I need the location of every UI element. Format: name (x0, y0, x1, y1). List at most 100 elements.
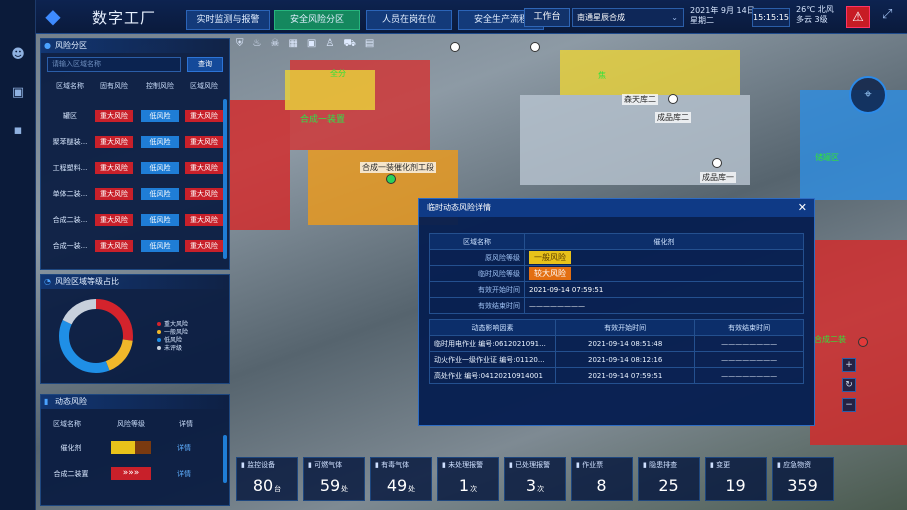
stat-label-text: 未处理报警 (448, 461, 484, 469)
stat-number: 3 (525, 476, 537, 495)
weather: 26℃ 北风 多云 3级 (796, 5, 834, 25)
stat-card[interactable]: ▮ 监控设备 80台 (236, 457, 298, 501)
tab-risk-zone[interactable]: 安全风险分区 (274, 10, 360, 30)
factor-start: 2021-09-14 08:51:48 (554, 335, 696, 352)
stat-card[interactable]: ▮ 应急物资 359 (772, 457, 834, 501)
shield-icon[interactable]: ⛨ (236, 38, 244, 49)
zone-name: 工程塑料... (52, 164, 88, 172)
modal-title: 临时动态风险详情 (427, 203, 491, 212)
detail-link[interactable]: 详情 (177, 443, 191, 453)
map-label: 森天库二 (622, 94, 658, 105)
row-label: 临时风险等级 (429, 265, 525, 282)
map-marker[interactable] (530, 42, 540, 52)
tab-realtime-monitor[interactable]: 实时监测与报警 (186, 10, 270, 30)
stat-card[interactable]: ▮ 隐患排查 25 (638, 457, 700, 501)
fire-icon[interactable]: ♨ (253, 38, 262, 49)
box-icon[interactable]: ▤ (365, 38, 374, 49)
table-row: 临时用电作业 编号:0612021091... 2021-09-14 08:51:… (429, 335, 804, 352)
app-title: 数字工厂 (92, 9, 157, 27)
stat-label: ▮ 未处理报警 (442, 461, 484, 469)
date-text: 2021年 9月 14日 (690, 6, 755, 15)
stat-card[interactable]: ▮ 作业票 8 (571, 457, 633, 501)
list-item: 催化剂 详情 (41, 437, 227, 459)
risk-level-bar: »»» (111, 467, 151, 480)
legend-label: 一般风险 (164, 329, 189, 336)
map-marker[interactable] (858, 337, 868, 347)
stat-label: ▮ 变更 (710, 461, 731, 469)
stat-card[interactable]: ▮ 已处理报警 3次 (504, 457, 566, 501)
panel-title: 动态风险 (55, 397, 87, 406)
search-input[interactable]: 请输入区域名称 (47, 57, 181, 72)
stat-value: 8 (572, 476, 632, 495)
workbench-button[interactable]: 工作台 (524, 8, 570, 27)
table-row[interactable]: 工程塑料... 重大风险 低风险 重大风险 (41, 159, 227, 181)
control-risk-badge: 低风险 (141, 110, 179, 122)
table-row[interactable]: 合成一装... 重大风险 低风险 重大风险 (41, 237, 227, 259)
donut-chart (59, 299, 133, 373)
map-marker[interactable] (450, 42, 460, 52)
factor-start: 2021-09-14 08:12:16 (554, 351, 696, 368)
panel-header: ● 风险分区 (41, 39, 229, 53)
stat-card[interactable]: ▮ 未处理报警 1次 (437, 457, 499, 501)
row-label: 有效开始时间 (429, 281, 525, 298)
map-layer-toolbar: ⛨ ♨ ☠ ▦ ▣ ♙ ⛟ ▤ (236, 38, 383, 51)
panel-header: ▮ 动态风险 (41, 395, 229, 409)
inherent-risk-badge: 重大风险 (95, 188, 133, 200)
stat-label: ▮ 已处理报警 (509, 461, 551, 469)
map-marker[interactable] (386, 174, 396, 184)
tab-staff-on-duty[interactable]: 人员在岗在位 (366, 10, 452, 30)
zoom-out-button[interactable]: − (842, 398, 856, 412)
stat-value: 1次 (438, 476, 498, 495)
search-button[interactable]: 查询 (187, 57, 223, 72)
person-icon[interactable]: ♙ (325, 38, 334, 49)
factor-end: ———————— (694, 351, 804, 368)
weekday-text: 星期二 (690, 16, 714, 25)
globe-icon: ● (44, 41, 51, 50)
zone-risk-badge: 重大风险 (185, 162, 223, 174)
car-icon[interactable]: ⛟ (343, 38, 356, 49)
user-icon[interactable]: ☻ (0, 42, 36, 68)
stat-card[interactable]: ▮ 变更 19 (705, 457, 767, 501)
map-marker[interactable] (712, 158, 722, 168)
table-row[interactable]: 罐区 重大风险 低风险 重大风险 (41, 107, 227, 129)
stat-label: ▮ 隐患排查 (643, 461, 678, 469)
risk-level-bar (111, 441, 151, 454)
stat-number: 25 (658, 476, 679, 495)
site-select[interactable]: 南通星辰合成 ⌄ (572, 8, 684, 27)
save-icon[interactable]: ▪ (0, 118, 36, 144)
stat-value: 25 (639, 476, 699, 495)
map-marker[interactable] (668, 94, 678, 104)
stat-card[interactable]: ▮ 可燃气体 59处 (303, 457, 365, 501)
stat-label-text: 变更 (716, 461, 731, 469)
table-row[interactable]: 聚苯醚装... 重大风险 低风险 重大风险 (41, 133, 227, 155)
close-icon[interactable]: ✕ (798, 199, 807, 217)
table-row: 动火作业一级作业证 编号:01120... 2021-09-14 08:12:16… (429, 351, 804, 368)
zoom-in-button[interactable]: + (842, 358, 856, 372)
zone-yellow-2[interactable] (560, 50, 740, 95)
stat-unit: 次 (470, 485, 478, 493)
compass-icon[interactable]: ⌖ (849, 76, 887, 114)
area-icon[interactable]: ▣ (307, 38, 316, 49)
donut-legend: 重大风险 一般风险 低风险 未评级 (157, 321, 188, 353)
skull-icon[interactable]: ☠ (270, 38, 279, 49)
factor-end: ———————— (694, 335, 804, 352)
alarm-warning-icon[interactable]: ⚠ (846, 6, 870, 28)
scrollbar[interactable] (223, 435, 227, 483)
rotate-button[interactable]: ↻ (842, 378, 856, 392)
table-row: 原风险等级 一般风险 (429, 249, 804, 266)
stat-label-text: 作业票 (582, 461, 604, 469)
zone-tank-area[interactable] (230, 100, 290, 230)
device-icon[interactable]: ▣ (0, 80, 36, 106)
table-row[interactable]: 单体二装... 重大风险 低风险 重大风险 (41, 185, 227, 207)
column-header: 区域名称 (56, 82, 84, 90)
zone-name: 单体二装... (52, 190, 88, 198)
building-icon[interactable]: ▦ (288, 38, 297, 49)
legend-label: 未评级 (164, 345, 183, 352)
fullscreen-icon[interactable]: ⤢ (882, 7, 892, 22)
stat-card[interactable]: ▮ 有毒气体 49处 (370, 457, 432, 501)
table-row[interactable]: 合成二装... 重大风险 低风险 重大风险 (41, 211, 227, 233)
inherent-risk-badge: 重大风险 (95, 136, 133, 148)
legend-item: 低风险 (157, 337, 188, 345)
stat-number: 80 (252, 476, 274, 495)
detail-link[interactable]: 详情 (177, 469, 191, 479)
